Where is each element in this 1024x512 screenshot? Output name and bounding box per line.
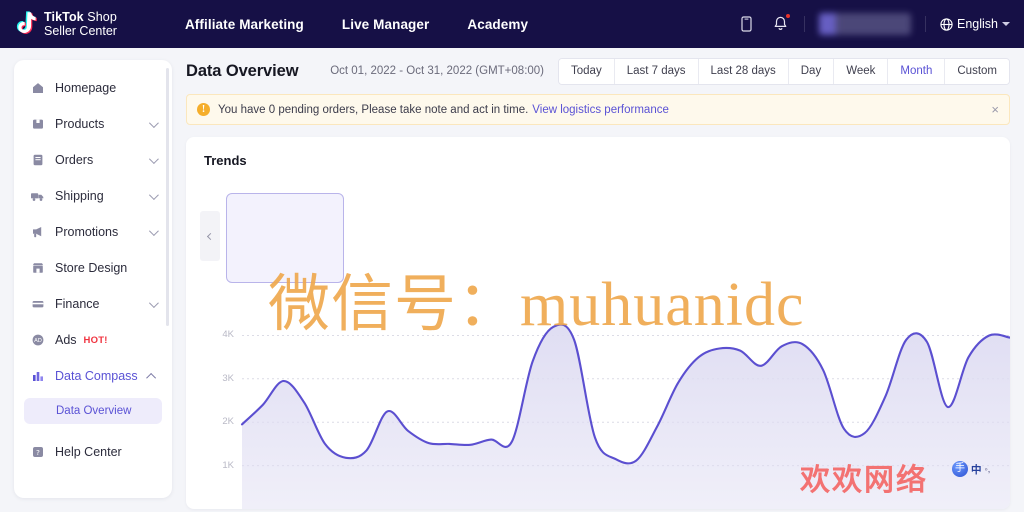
- truck-icon: [30, 189, 45, 204]
- nav-live-manager[interactable]: Live Manager: [342, 17, 429, 32]
- sidebar-item-promotions[interactable]: Promotions: [24, 218, 162, 246]
- app-root: TikTok Shop Seller Center Affiliate Mark…: [0, 0, 1024, 512]
- sidebar-label: Finance: [55, 297, 100, 311]
- nav-right-cluster: English: [736, 13, 1010, 35]
- language-label: English: [957, 17, 998, 31]
- chart-y-tick: 2K: [222, 416, 234, 428]
- sidebar-label: Data Compass: [55, 369, 138, 383]
- pending-orders-alert: ! You have 0 pending orders, Please take…: [186, 94, 1010, 125]
- primary-nav-links: Affiliate Marketing Live Manager Academy: [185, 17, 528, 32]
- home-icon: [30, 81, 45, 96]
- chart-y-tick: 3K: [222, 372, 234, 384]
- brand-line-two: Seller Center: [44, 24, 117, 38]
- trends-chart: 4K 3K 2K 1K: [186, 313, 1010, 509]
- megaphone-icon: [30, 225, 45, 240]
- sidebar-label: Products: [55, 117, 105, 131]
- chevron-down-icon: [148, 117, 159, 128]
- view-logistics-performance-link[interactable]: View logistics performance: [532, 104, 669, 116]
- sidebar-item-ads[interactable]: AD Ads HOT!: [24, 326, 162, 354]
- range-button-last-7-days[interactable]: Last 7 days: [614, 58, 699, 84]
- trends-card-title: Trends: [204, 153, 247, 168]
- chevron-left-icon: [206, 232, 214, 240]
- range-button-month[interactable]: Month: [888, 58, 946, 84]
- tiktok-note-icon: [14, 10, 39, 38]
- sidebar-label: Help Center: [55, 445, 122, 459]
- sidebar-item-data-compass[interactable]: Data Compass: [24, 362, 162, 390]
- warning-icon: !: [197, 103, 210, 116]
- range-button-day[interactable]: Day: [788, 58, 835, 84]
- page-header: Data Overview Oct 01, 2022 - Oct 31, 202…: [172, 48, 1024, 94]
- nav-divider-2: [925, 16, 926, 32]
- brand-line-one: TikTok Shop: [44, 10, 117, 24]
- trends-card: Trends 4K 3K 2K 1K: [186, 137, 1010, 509]
- nav-academy[interactable]: Academy: [467, 17, 528, 32]
- notification-badge: [785, 13, 791, 19]
- sidebar-item-homepage[interactable]: Homepage: [24, 74, 162, 102]
- main-content: Data Overview Oct 01, 2022 - Oct 31, 202…: [172, 48, 1024, 512]
- ads-icon: AD: [30, 333, 45, 348]
- chevron-down-icon: [1002, 22, 1010, 26]
- range-button-week[interactable]: Week: [834, 58, 889, 84]
- nav-affiliate-marketing[interactable]: Affiliate Marketing: [185, 17, 304, 32]
- box-icon: [30, 117, 45, 132]
- trends-chart-svg: [240, 323, 1010, 509]
- range-button-last-28-days[interactable]: Last 28 days: [698, 58, 789, 84]
- top-navigation-bar: TikTok Shop Seller Center Affiliate Mark…: [0, 0, 1024, 48]
- sidebar-label: Promotions: [55, 225, 119, 239]
- sidebar-item-shipping[interactable]: Shipping: [24, 182, 162, 210]
- clipboard-icon: [30, 153, 45, 168]
- sidebar-scrollbar[interactable]: [166, 68, 169, 326]
- chevron-down-icon: [148, 189, 159, 200]
- svg-text:AD: AD: [34, 338, 42, 344]
- chevron-up-icon: [146, 372, 157, 383]
- chevron-down-icon: [148, 225, 159, 236]
- storefront-icon: [30, 261, 45, 276]
- chevron-down-icon: [148, 297, 159, 308]
- sidebar-item-store-design[interactable]: Store Design: [24, 254, 162, 282]
- chart-y-tick: 4K: [222, 329, 234, 341]
- chart-y-tick: 1K: [222, 459, 234, 471]
- sidebar-label: Orders: [55, 153, 94, 167]
- language-selector[interactable]: English: [940, 17, 1010, 31]
- bar-chart-icon: [30, 369, 45, 384]
- sidebar-label: Homepage: [55, 81, 117, 95]
- sidebar: Homepage Products Orders Shipping Promot…: [14, 60, 172, 498]
- sidebar-label: Ads: [55, 333, 77, 347]
- date-range-button-group: Today Last 7 days Last 28 days Day Week …: [558, 57, 1010, 85]
- carousel-prev-button[interactable]: [200, 211, 220, 261]
- nav-divider-1: [804, 16, 805, 32]
- sidebar-item-help-center[interactable]: ? Help Center: [24, 438, 162, 466]
- user-account-avatar[interactable]: [819, 13, 911, 35]
- sidebar-subitem-data-overview[interactable]: Data Overview: [24, 398, 162, 424]
- sidebar-item-products[interactable]: Products: [24, 110, 162, 138]
- help-icon: ?: [30, 445, 45, 460]
- chevron-down-icon: [148, 153, 159, 164]
- sidebar-item-orders[interactable]: Orders: [24, 146, 162, 174]
- hot-badge: HOT!: [83, 334, 108, 346]
- close-icon[interactable]: ×: [991, 103, 999, 116]
- sidebar-label: Shipping: [55, 189, 104, 203]
- sidebar-item-finance[interactable]: Finance: [24, 290, 162, 318]
- mobile-phone-icon[interactable]: [736, 13, 756, 35]
- brand-logo[interactable]: TikTok Shop Seller Center: [14, 10, 117, 38]
- sidebar-subitem-label: Data Overview: [56, 405, 132, 417]
- page-title: Data Overview: [186, 61, 299, 80]
- date-range-label: Oct 01, 2022 - Oct 31, 2022 (GMT+08:00): [330, 65, 545, 77]
- page-header-controls: Oct 01, 2022 - Oct 31, 2022 (GMT+08:00) …: [330, 57, 1010, 85]
- svg-text:?: ?: [36, 448, 40, 457]
- globe-icon: [940, 17, 953, 31]
- range-button-today[interactable]: Today: [559, 58, 615, 84]
- sidebar-label: Store Design: [55, 261, 128, 275]
- metric-card-selected[interactable]: [226, 193, 344, 283]
- card-icon: [30, 297, 45, 312]
- alert-message: You have 0 pending orders, Please take n…: [218, 103, 529, 116]
- range-button-custom[interactable]: Custom: [945, 58, 1009, 84]
- notification-bell-icon[interactable]: [770, 13, 791, 35]
